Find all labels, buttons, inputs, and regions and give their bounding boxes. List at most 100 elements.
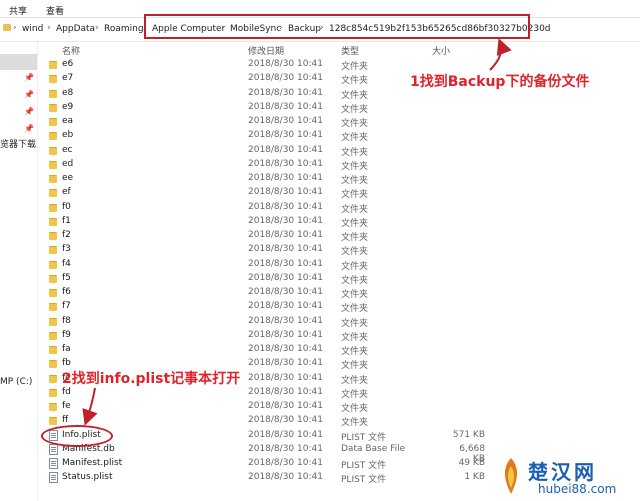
file-name: ef bbox=[62, 187, 71, 198]
folder-icon bbox=[49, 75, 57, 84]
chevron-right-icon[interactable]: › bbox=[47, 23, 51, 33]
file-type: 文件夹 bbox=[341, 404, 369, 414]
breadcrumb-item-wind[interactable]: wind bbox=[22, 24, 43, 34]
file-type: 文件夹 bbox=[341, 133, 369, 144]
file-date: 2018/8/30 10:41 bbox=[248, 73, 323, 84]
file-row[interactable]: fa 2018/8/30 10:41 文件夹 bbox=[40, 343, 600, 357]
file-name: f2 bbox=[62, 230, 71, 240]
file-row[interactable]: f8 2018/8/30 10:41 文件夹 bbox=[40, 315, 600, 329]
file-row[interactable]: f2 2018/8/30 10:41 文件夹 bbox=[40, 229, 600, 243]
file-date: 2018/8/30 10:41 bbox=[248, 116, 323, 126]
folder-icon bbox=[49, 346, 57, 354]
folder-icon bbox=[49, 331, 57, 340]
file-row[interactable]: Info.plist 2018/8/30 10:41 PLIST 文件 571 KB bbox=[40, 429, 600, 443]
folder-icon bbox=[49, 374, 57, 383]
file-date: 2018/8/30 10:41 bbox=[248, 272, 323, 283]
file-size: 571 KB bbox=[452, 429, 485, 440]
file-row[interactable]: f1 2018/8/30 10:41 文件夹 bbox=[40, 215, 600, 229]
folder-icon bbox=[49, 388, 57, 397]
file-type: 文件夹 bbox=[341, 104, 369, 115]
folder-icon bbox=[49, 260, 57, 269]
file-row[interactable]: ed 2018/8/30 10:41 文件夹 bbox=[40, 158, 600, 172]
file-name: Manifest.plist bbox=[62, 458, 123, 468]
folder-icon bbox=[49, 417, 57, 426]
file-row[interactable]: ef 2018/8/30 10:41 文件夹 bbox=[40, 186, 600, 200]
file-size: 49 KB bbox=[458, 458, 485, 468]
file-row[interactable]: f9 2018/8/30 10:41 文件夹 bbox=[40, 329, 600, 343]
folder-icon bbox=[49, 132, 57, 141]
file-row[interactable]: f4 2018/8/30 10:41 文件夹 bbox=[40, 258, 600, 272]
folder-icon bbox=[49, 246, 57, 255]
pin-icon[interactable]: 📌 bbox=[24, 124, 34, 133]
file-row[interactable]: ee 2018/8/30 10:41 文件夹 bbox=[40, 172, 600, 186]
file-date: 2018/8/30 10:41 bbox=[248, 443, 323, 454]
file-name: ed bbox=[62, 158, 74, 169]
chevron-right-icon[interactable]: › bbox=[13, 23, 17, 33]
tab-share[interactable]: 共享 bbox=[9, 4, 27, 17]
pin-icon[interactable]: 📌 bbox=[24, 90, 34, 99]
breadcrumb-item-appdata[interactable]: AppData bbox=[56, 24, 95, 34]
file-row[interactable]: f0 2018/8/30 10:41 文件夹 bbox=[40, 201, 600, 215]
column-header-name[interactable]: 名称 bbox=[62, 44, 80, 57]
file-name: Status.plist bbox=[62, 472, 113, 483]
nav-item-drive-c[interactable]: MP (C:) bbox=[0, 377, 32, 387]
file-date: 2018/8/30 10:41 bbox=[248, 201, 323, 212]
folder-icon bbox=[49, 61, 57, 69]
file-row[interactable]: e9 2018/8/30 10:41 文件夹 bbox=[40, 101, 600, 115]
nav-item-downloads[interactable]: 览器下载 bbox=[0, 137, 36, 150]
file-type: PLIST 文件 bbox=[341, 432, 387, 443]
column-header-type[interactable]: 类型 bbox=[341, 44, 359, 57]
folder-icon bbox=[49, 360, 57, 369]
folder-icon bbox=[49, 232, 57, 240]
nav-selected-item[interactable] bbox=[0, 54, 37, 70]
file-name: eb bbox=[62, 130, 74, 141]
file-type: 文件夹 bbox=[341, 361, 369, 372]
file-row[interactable]: f3 2018/8/30 10:41 文件夹 bbox=[40, 243, 600, 257]
file-type: 文件夹 bbox=[341, 62, 369, 72]
file-row[interactable]: fe 2018/8/30 10:41 文件夹 bbox=[40, 400, 600, 414]
file-date: 2018/8/30 10:41 bbox=[248, 215, 323, 226]
file-date: 2018/8/30 10:41 bbox=[248, 386, 323, 397]
column-header-date[interactable]: 修改日期 bbox=[248, 44, 284, 57]
pin-icon[interactable]: 📌 bbox=[24, 107, 34, 116]
file-row[interactable]: ea 2018/8/30 10:41 文件夹 bbox=[40, 115, 600, 129]
folder-icon bbox=[49, 189, 57, 198]
folder-icon bbox=[49, 203, 57, 212]
chevron-right-icon[interactable]: › bbox=[95, 23, 99, 33]
folder-icon bbox=[49, 103, 57, 112]
file-row[interactable]: f6 2018/8/30 10:41 文件夹 bbox=[40, 286, 600, 300]
file-type: Data Base File bbox=[341, 443, 406, 454]
file-type: 文件夹 bbox=[341, 318, 369, 329]
file-date: 2018/8/30 10:41 bbox=[248, 144, 323, 155]
watermark-title: 楚汉网 bbox=[528, 460, 597, 484]
tab-view[interactable]: 查看 bbox=[46, 4, 64, 17]
file-date: 2018/8/30 10:41 bbox=[248, 315, 323, 326]
file-date: 2018/8/30 10:41 bbox=[248, 158, 323, 169]
folder-icon bbox=[49, 303, 57, 312]
file-row[interactable]: f5 2018/8/30 10:41 文件夹 bbox=[40, 272, 600, 286]
file-type: 文件夹 bbox=[341, 161, 369, 172]
file-name: f9 bbox=[62, 329, 71, 340]
folder-icon bbox=[49, 160, 57, 169]
file-type: 文件夹 bbox=[341, 347, 369, 357]
file-name: fd bbox=[62, 386, 71, 397]
file-icon bbox=[49, 458, 58, 469]
breadcrumb-item-roaming[interactable]: Roaming bbox=[104, 24, 144, 34]
file-date: 2018/8/30 10:41 bbox=[248, 87, 323, 98]
file-row[interactable]: ec 2018/8/30 10:41 文件夹 bbox=[40, 144, 600, 158]
file-row[interactable]: ff 2018/8/30 10:41 文件夹 bbox=[40, 414, 600, 428]
file-name: ff bbox=[62, 415, 69, 426]
file-date: 2018/8/30 10:41 bbox=[248, 130, 323, 141]
file-type: 文件夹 bbox=[341, 304, 369, 315]
file-row[interactable]: e6 2018/8/30 10:41 文件夹 bbox=[40, 58, 600, 72]
folder-icon bbox=[49, 274, 57, 283]
column-header-size[interactable]: 大小 bbox=[432, 44, 450, 57]
file-row[interactable]: eb 2018/8/30 10:41 文件夹 bbox=[40, 129, 600, 143]
file-date: 2018/8/30 10:41 bbox=[248, 458, 323, 468]
file-row[interactable]: f7 2018/8/30 10:41 文件夹 bbox=[40, 300, 600, 314]
file-date: 2018/8/30 10:41 bbox=[248, 187, 323, 198]
file-type: 文件夹 bbox=[341, 233, 369, 243]
file-name: f1 bbox=[62, 215, 71, 226]
file-name: f3 bbox=[62, 244, 71, 255]
pin-icon[interactable]: 📌 bbox=[24, 73, 34, 82]
